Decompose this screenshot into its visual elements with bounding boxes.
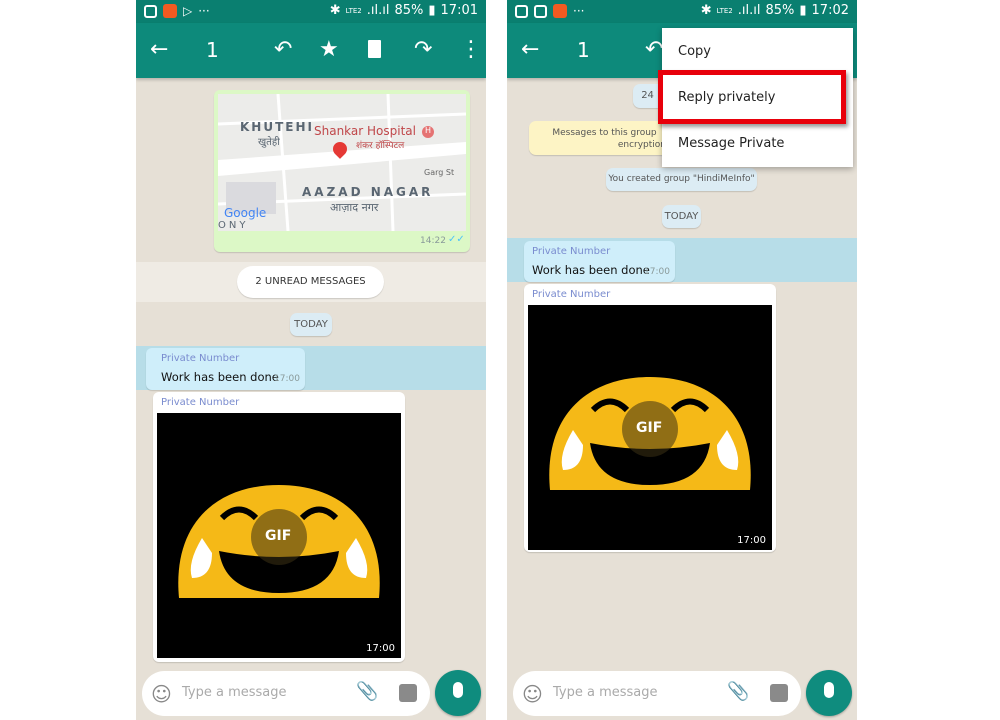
battery-icon: ▮ [428, 3, 436, 18]
battery-percent: 85% [394, 3, 424, 18]
gif-badge: GIF [265, 528, 292, 544]
map-label: आज़ाद नगर [330, 201, 379, 214]
google-logo: Google [224, 206, 267, 220]
message-input-placeholder: Type a message [553, 685, 658, 700]
reply-icon[interactable]: ↶ [274, 37, 292, 63]
clock: 17:01 [440, 3, 478, 18]
gif-image[interactable]: GIF 17:00 [528, 305, 772, 550]
voice-message-button[interactable] [806, 670, 852, 716]
app-notification-icon [553, 4, 567, 18]
bluetooth-icon: ✱ [700, 3, 712, 18]
app-notification-icon [163, 4, 177, 18]
network-label: LTE2 [716, 6, 733, 15]
gallery-icon [515, 4, 528, 18]
battery-icon: ▮ [799, 3, 807, 18]
map-poi-label: शंकर हॉस्पिटल [356, 141, 405, 151]
map-label: खुतेही [258, 137, 280, 148]
status-bar: ··· ✱ LTE2 .ıl.ıl 85% ▮ 17:02 [507, 0, 857, 23]
date-pill: TODAY [662, 205, 701, 228]
message-time: 14:22 [420, 236, 446, 246]
attach-icon[interactable]: 📎 [356, 681, 378, 702]
forward-icon[interactable]: ↷ [414, 37, 432, 63]
delete-icon[interactable] [368, 40, 381, 58]
phone-screen-left: ▷ ··· ✱ LTE2 .ıl.ıl 85% ▮ 17:01 ← 1 ↶ ★ ↷ ⋮ KH… [136, 0, 486, 720]
map-preview[interactable]: KHUTEHI खुतेही Shankar Hospital H शंकर ह… [218, 94, 466, 231]
message-time: 17:00 [366, 643, 395, 654]
back-arrow-icon[interactable]: ← [150, 37, 168, 63]
group-created-pill: You created group "HindiMeInfo" [606, 168, 757, 191]
sender-name: Private Number [532, 289, 611, 300]
message-input[interactable]: ☺ Type a message 📎 [513, 671, 801, 716]
signal-icon: .ıl.ıl [366, 3, 390, 18]
more-vert-icon[interactable]: ⋮ [460, 37, 482, 63]
star-icon[interactable]: ★ [319, 37, 339, 63]
message-time: 17:00 [737, 535, 766, 546]
message-input-placeholder: Type a message [182, 685, 287, 700]
status-bar: ▷ ··· ✱ LTE2 .ıl.ıl 85% ▮ 17:01 [136, 0, 486, 23]
map-label: Garg St [424, 168, 455, 177]
camera-icon[interactable] [399, 684, 417, 702]
emoji-icon[interactable]: ☺ [522, 682, 543, 706]
selection-toolbar: ← 1 ↶ ★ ↷ ⋮ [136, 23, 486, 78]
mic-icon [453, 682, 463, 698]
map-label: KHUTEHI [240, 120, 314, 134]
sender-name: Private Number [161, 353, 240, 364]
selected-count: 1 [577, 38, 590, 62]
clock: 17:02 [811, 3, 849, 18]
more-notifications-icon: ··· [198, 4, 210, 18]
map-label: ONY [218, 220, 249, 231]
gif-image[interactable]: GIF 17:00 [157, 413, 401, 658]
sender-name: Private Number [532, 246, 611, 257]
more-notifications-icon: ··· [573, 4, 585, 18]
selected-count: 1 [206, 38, 219, 62]
signal-icon: .ıl.ıl [737, 3, 761, 18]
instagram-icon [144, 4, 157, 18]
incoming-message[interactable]: Private Number Work has been done 17:00 [146, 348, 305, 390]
read-receipt-icon: ✓✓ [448, 234, 465, 245]
network-label: LTE2 [345, 6, 362, 15]
message-time: 17:00 [274, 374, 300, 384]
mic-icon [824, 682, 834, 698]
encryption-text: Messages to this group [552, 128, 657, 138]
menu-item-copy[interactable]: Copy [678, 44, 711, 59]
attach-icon[interactable]: 📎 [727, 681, 749, 702]
encryption-text: encryption [617, 140, 666, 150]
emoji-icon[interactable]: ☺ [151, 682, 172, 706]
map-poi-label: Shankar Hospital [314, 124, 416, 138]
incoming-message[interactable]: Private Number Work has been done 17:00 [524, 241, 675, 282]
instagram-icon [534, 4, 547, 18]
back-arrow-icon[interactable]: ← [521, 37, 539, 63]
highlight-box [658, 70, 846, 124]
phone-screen-right: ··· ✱ LTE2 .ıl.ıl 85% ▮ 17:02 ← 1 ↶ 24 D Mess… [507, 0, 857, 720]
unread-messages-pill: 2 UNREAD MESSAGES [237, 266, 384, 298]
message-text: Work has been done [161, 370, 279, 384]
message-input[interactable]: ☺ Type a message 📎 [142, 671, 430, 716]
message-text: Work has been done [532, 263, 650, 277]
sender-name: Private Number [161, 397, 240, 408]
gif-badge: GIF [636, 420, 663, 436]
reply-icon[interactable]: ↶ [645, 37, 663, 63]
camera-icon[interactable] [770, 684, 788, 702]
message-time: 17:00 [644, 267, 670, 277]
voice-message-button[interactable] [435, 670, 481, 716]
menu-item-message-private[interactable]: Message Private [678, 136, 784, 151]
battery-percent: 85% [765, 3, 795, 18]
play-store-icon: ▷ [183, 4, 193, 18]
bluetooth-icon: ✱ [329, 3, 341, 18]
encryption-notice[interactable]: Messages to this group encryption [529, 121, 680, 155]
location-message[interactable]: KHUTEHI खुतेही Shankar Hospital H शंकर ह… [214, 90, 470, 252]
map-label: AAZAD NAGAR [302, 185, 434, 199]
gif-message[interactable]: Private Number GIF 17:00 [153, 392, 405, 662]
hospital-icon: H [422, 126, 434, 138]
date-pill: TODAY [290, 313, 332, 336]
gif-message[interactable]: Private Number GIF 17:00 [524, 284, 776, 552]
